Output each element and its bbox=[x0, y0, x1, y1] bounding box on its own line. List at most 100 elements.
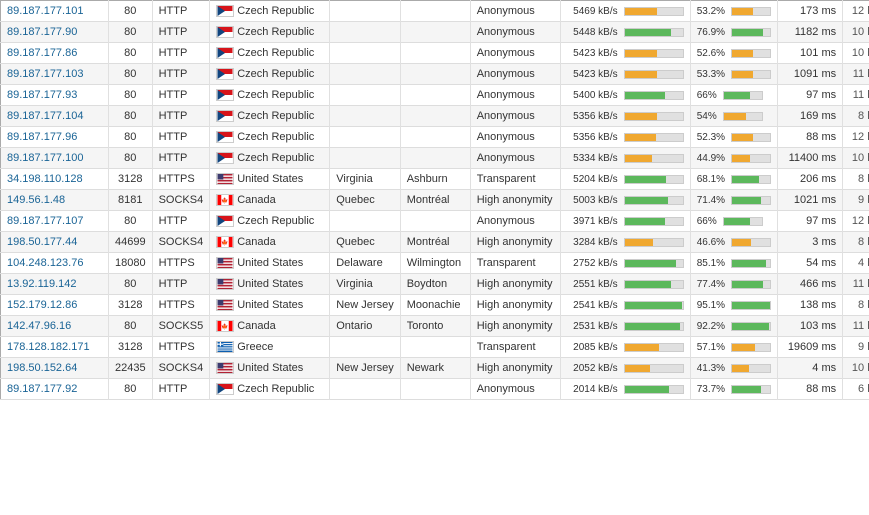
table-row: 89.187.177.90 80 HTTP Czech Republic Ano… bbox=[1, 22, 869, 43]
country: Czech Republic bbox=[210, 1, 330, 22]
city bbox=[400, 211, 470, 232]
country: Czech Republic bbox=[210, 148, 330, 169]
percentage: 52.6% bbox=[690, 43, 777, 64]
speed: 2014 kB/s bbox=[560, 379, 690, 400]
anonymity: Anonymous bbox=[470, 148, 560, 169]
table-row: 149.56.1.48 8181 SOCKS4 🍁 Canada Quebec … bbox=[1, 190, 869, 211]
speed: 2551 kB/s bbox=[560, 274, 690, 295]
last-seen: 11 hours ago bbox=[843, 274, 869, 295]
speed: 3971 kB/s bbox=[560, 211, 690, 232]
region: Virginia bbox=[330, 274, 400, 295]
ping: 19609 ms bbox=[778, 337, 843, 358]
last-seen: 12 hours ago bbox=[843, 1, 869, 22]
ip-address[interactable]: 89.187.177.101 bbox=[1, 1, 109, 22]
percentage: 95.1% bbox=[690, 295, 777, 316]
region bbox=[330, 211, 400, 232]
ip-address[interactable]: 198.50.177.44 bbox=[1, 232, 109, 253]
port: 80 bbox=[109, 379, 153, 400]
city bbox=[400, 85, 470, 106]
speed: 2085 kB/s bbox=[560, 337, 690, 358]
percentage: 41.3% bbox=[690, 358, 777, 379]
ip-address[interactable]: 89.187.177.90 bbox=[1, 22, 109, 43]
city bbox=[400, 64, 470, 85]
region bbox=[330, 1, 400, 22]
table-row: 104.248.123.76 18080 HTTPS United States… bbox=[1, 253, 869, 274]
last-seen: 4 hours ago bbox=[843, 253, 869, 274]
ping: 138 ms bbox=[778, 295, 843, 316]
port: 3128 bbox=[109, 295, 153, 316]
ping: 3 ms bbox=[778, 232, 843, 253]
ip-address[interactable]: 89.187.177.100 bbox=[1, 148, 109, 169]
percentage: 68.1% bbox=[690, 169, 777, 190]
anonymity: Transparent bbox=[470, 169, 560, 190]
city bbox=[400, 127, 470, 148]
ip-address[interactable]: 149.56.1.48 bbox=[1, 190, 109, 211]
last-seen: 11 hours ago bbox=[843, 85, 869, 106]
ip-address[interactable]: 104.248.123.76 bbox=[1, 253, 109, 274]
country: 🍁 Canada bbox=[210, 232, 330, 253]
speed: 5356 kB/s bbox=[560, 127, 690, 148]
speed: 2052 kB/s bbox=[560, 358, 690, 379]
ping: 1182 ms bbox=[778, 22, 843, 43]
ip-address[interactable]: 89.187.177.103 bbox=[1, 64, 109, 85]
percentage: 66% bbox=[690, 211, 777, 232]
ip-address[interactable]: 13.92.119.142 bbox=[1, 274, 109, 295]
last-seen: 11 hours ago bbox=[843, 64, 869, 85]
region: Virginia bbox=[330, 169, 400, 190]
last-seen: 11 hours ago bbox=[843, 316, 869, 337]
city: Newark bbox=[400, 358, 470, 379]
percentage: 54% bbox=[690, 106, 777, 127]
region bbox=[330, 22, 400, 43]
speed: 5423 kB/s bbox=[560, 43, 690, 64]
anonymity: High anonymity bbox=[470, 232, 560, 253]
protocol: HTTPS bbox=[152, 169, 210, 190]
percentage: 73.7% bbox=[690, 379, 777, 400]
protocol: HTTP bbox=[152, 64, 210, 85]
ip-address[interactable]: 142.47.96.16 bbox=[1, 316, 109, 337]
last-seen: 9 hours ago bbox=[843, 190, 869, 211]
percentage: 76.9% bbox=[690, 22, 777, 43]
percentage: 85.1% bbox=[690, 253, 777, 274]
ip-address[interactable]: 152.179.12.86 bbox=[1, 295, 109, 316]
protocol: HTTPS bbox=[152, 295, 210, 316]
ping: 11400 ms bbox=[778, 148, 843, 169]
port: 22435 bbox=[109, 358, 153, 379]
ip-address[interactable]: 89.187.177.86 bbox=[1, 43, 109, 64]
city: Toronto bbox=[400, 316, 470, 337]
country: Czech Republic bbox=[210, 127, 330, 148]
table-row: 89.187.177.100 80 HTTP Czech Republic An… bbox=[1, 148, 869, 169]
ip-address[interactable]: 89.187.177.92 bbox=[1, 379, 109, 400]
table-row: 89.187.177.92 80 HTTP Czech Republic Ano… bbox=[1, 379, 869, 400]
ip-address[interactable]: 89.187.177.96 bbox=[1, 127, 109, 148]
speed: 5448 kB/s bbox=[560, 22, 690, 43]
last-seen: 10 hours ago bbox=[843, 358, 869, 379]
anonymity: High anonymity bbox=[470, 295, 560, 316]
port: 80 bbox=[109, 106, 153, 127]
protocol: HTTP bbox=[152, 274, 210, 295]
region bbox=[330, 379, 400, 400]
ip-address[interactable]: 89.187.177.93 bbox=[1, 85, 109, 106]
protocol: HTTP bbox=[152, 127, 210, 148]
percentage: 92.2% bbox=[690, 316, 777, 337]
anonymity: Anonymous bbox=[470, 43, 560, 64]
last-seen: 8 hours ago bbox=[843, 169, 869, 190]
city: Montréal bbox=[400, 190, 470, 211]
anonymity: High anonymity bbox=[470, 316, 560, 337]
city bbox=[400, 106, 470, 127]
svg-text:🍁: 🍁 bbox=[222, 323, 229, 331]
ip-address[interactable]: 178.128.182.171 bbox=[1, 337, 109, 358]
ip-address[interactable]: 89.187.177.107 bbox=[1, 211, 109, 232]
city bbox=[400, 1, 470, 22]
percentage: 52.3% bbox=[690, 127, 777, 148]
percentage: 44.9% bbox=[690, 148, 777, 169]
port: 80 bbox=[109, 211, 153, 232]
port: 80 bbox=[109, 43, 153, 64]
ping: 88 ms bbox=[778, 127, 843, 148]
ip-address[interactable]: 89.187.177.104 bbox=[1, 106, 109, 127]
protocol: HTTP bbox=[152, 106, 210, 127]
ping: 1021 ms bbox=[778, 190, 843, 211]
protocol: HTTP bbox=[152, 1, 210, 22]
ip-address[interactable]: 198.50.152.64 bbox=[1, 358, 109, 379]
ip-address[interactable]: 34.198.110.128 bbox=[1, 169, 109, 190]
country: United States bbox=[210, 169, 330, 190]
